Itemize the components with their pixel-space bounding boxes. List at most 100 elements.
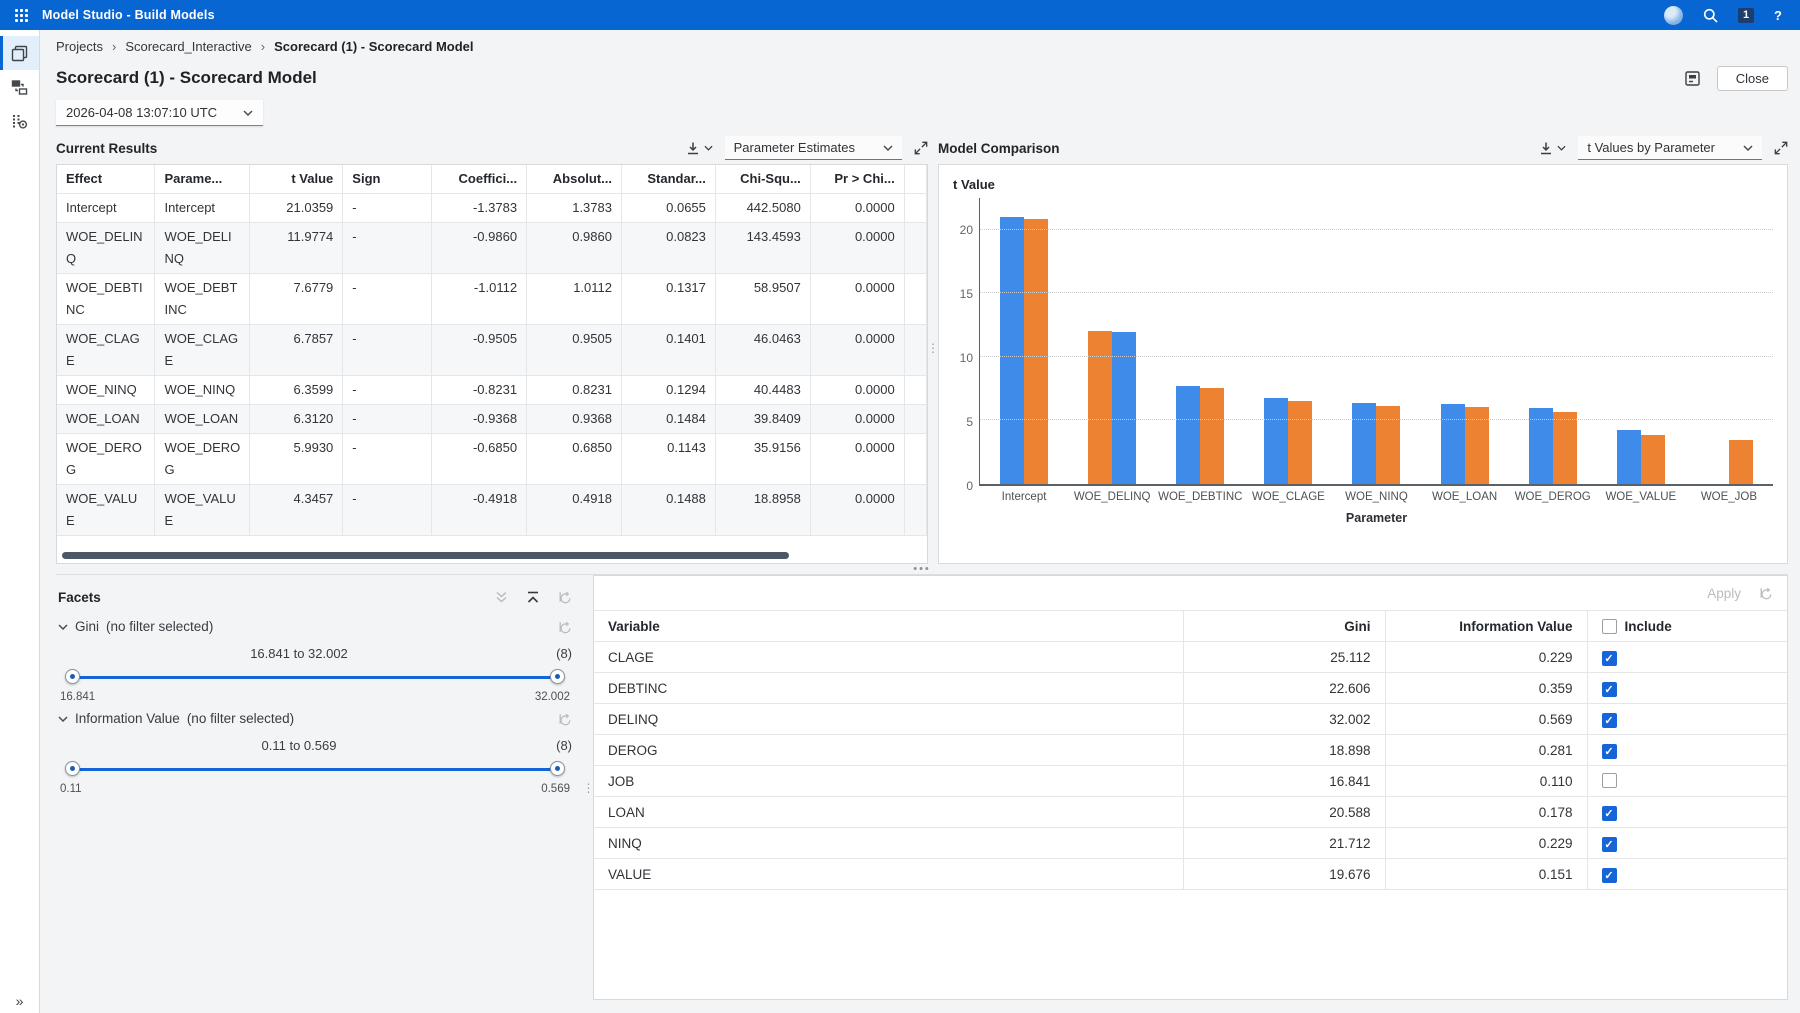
sidebar-item-pipeline[interactable] — [0, 70, 39, 104]
snapshot-dropdown[interactable]: 2026-04-08 13:07:10 UTC — [56, 100, 263, 126]
variable-row[interactable]: NINQ21.7120.229✓ — [594, 828, 1787, 859]
horizontal-scrollbar-thumb[interactable] — [62, 552, 789, 559]
facets-panel: Facets — [56, 575, 584, 1000]
variable-row[interactable]: JOB16.8410.110 — [594, 766, 1787, 797]
sidebar-item-data-properties[interactable] — [0, 104, 39, 138]
slider-track[interactable] — [68, 676, 562, 679]
facet-collapse-icon[interactable] — [58, 624, 68, 630]
results-table-row[interactable]: WOE_VALUEWOE_VALUE4.3457--0.49180.49180.… — [57, 485, 927, 536]
bar-blue-series[interactable] — [1176, 386, 1200, 484]
bar-orange-series[interactable] — [1376, 406, 1400, 484]
help-icon[interactable]: ? — [1774, 8, 1782, 23]
sidebar-item-results[interactable] — [0, 36, 39, 70]
facet-range-label: 0.11 to 0.569 — [58, 738, 540, 753]
report-icon[interactable] — [1684, 70, 1701, 87]
results-table-row[interactable]: WOE_DEBTINCWOE_DEBTINC7.6779--1.01121.01… — [57, 274, 927, 325]
reset-variables-icon[interactable] — [1759, 586, 1773, 600]
column-header-include: Include — [1625, 619, 1672, 634]
slider-max-handle[interactable] — [550, 761, 565, 776]
expand-sidebar-button[interactable]: » — [0, 993, 39, 1009]
lower-panel-splitter[interactable]: ⋮ — [584, 575, 593, 1000]
include-checkbox[interactable]: ✓ — [1602, 837, 1617, 852]
results-view-dropdown[interactable]: Parameter Estimates — [725, 136, 902, 160]
collapse-all-facets-icon[interactable] — [526, 591, 540, 604]
variable-row[interactable]: CLAGE25.1120.229✓ — [594, 642, 1787, 673]
slider-track[interactable] — [68, 768, 562, 771]
bar-orange-series[interactable] — [1641, 435, 1665, 484]
reset-facets-icon[interactable] — [558, 590, 572, 604]
maximize-results-icon[interactable] — [914, 141, 928, 155]
breadcrumb-separator-icon: › — [112, 39, 116, 54]
bar-orange-series[interactable] — [1200, 388, 1224, 484]
close-button[interactable]: Close — [1717, 66, 1788, 91]
variable-row[interactable]: DELINQ32.0020.569✓ — [594, 704, 1787, 735]
results-cell: 0.1401 — [621, 325, 715, 376]
include-checkbox[interactable]: ✓ — [1602, 744, 1617, 759]
bar-blue-series[interactable] — [1441, 404, 1465, 484]
results-column-header[interactable]: Effect — [57, 165, 155, 194]
results-table-row[interactable]: InterceptIntercept21.0359--1.37831.37830… — [57, 194, 927, 223]
variable-row[interactable]: VALUE19.6760.151✓ — [594, 859, 1787, 890]
results-column-header[interactable]: Coeffici... — [432, 165, 527, 194]
include-all-checkbox[interactable] — [1602, 619, 1617, 634]
facet-reset-icon[interactable] — [558, 620, 572, 634]
notifications-badge[interactable]: 1 — [1738, 8, 1754, 23]
slider-min-handle[interactable] — [65, 761, 80, 776]
results-table-row[interactable]: WOE_LOANWOE_LOAN6.3120--0.93680.93680.14… — [57, 405, 927, 434]
facet-collapse-icon[interactable] — [58, 716, 68, 722]
results-column-header[interactable]: t Value — [250, 165, 343, 194]
bar-orange-series[interactable] — [1729, 440, 1753, 484]
results-table-row[interactable]: WOE_DEROGWOE_DEROG5.9930--0.68500.68500.… — [57, 434, 927, 485]
clear-all-filters-icon[interactable] — [495, 591, 508, 603]
slider-min-handle[interactable] — [65, 669, 80, 684]
include-checkbox[interactable]: ✓ — [1602, 868, 1617, 883]
variables-header-row: Variable Gini Information Value Include — [594, 611, 1787, 642]
apply-button[interactable]: Apply — [1707, 586, 1741, 601]
variable-row[interactable]: LOAN20.5880.178✓ — [594, 797, 1787, 828]
bar-orange-series[interactable] — [1024, 219, 1048, 484]
bar-blue-series[interactable] — [1617, 430, 1641, 484]
include-checkbox[interactable]: ✓ — [1602, 651, 1617, 666]
include-checkbox[interactable]: ✓ — [1602, 682, 1617, 697]
results-column-header[interactable]: Sign — [343, 165, 432, 194]
column-header-information-value[interactable]: Information Value — [1385, 611, 1587, 642]
user-avatar[interactable] — [1664, 6, 1683, 25]
horizontal-panel-splitter[interactable]: ••• — [56, 564, 1788, 574]
bar-orange-series[interactable] — [1288, 401, 1312, 484]
results-table-row[interactable]: WOE_NINQWOE_NINQ6.3599--0.82310.82310.12… — [57, 376, 927, 405]
download-chart-button[interactable] — [1539, 141, 1566, 155]
slider-max-handle[interactable] — [550, 669, 565, 684]
results-column-header[interactable]: Chi-Squ... — [715, 165, 810, 194]
column-header-variable[interactable]: Variable — [594, 611, 1183, 642]
app-switcher-icon[interactable] — [0, 9, 42, 22]
bar-blue-series[interactable] — [1264, 398, 1288, 484]
include-checkbox[interactable]: ✓ — [1602, 713, 1617, 728]
variable-gini: 20.588 — [1183, 797, 1385, 828]
upper-panel-splitter[interactable]: ⋮ — [928, 132, 938, 564]
maximize-chart-icon[interactable] — [1774, 141, 1788, 155]
bar-blue-series[interactable] — [1112, 332, 1136, 484]
download-results-button[interactable] — [686, 141, 713, 155]
search-icon[interactable] — [1703, 8, 1718, 23]
include-checkbox[interactable]: ✓ — [1602, 806, 1617, 821]
results-column-header[interactable]: Absolut... — [527, 165, 622, 194]
chart-view-dropdown[interactable]: t Values by Parameter — [1578, 136, 1762, 160]
pipeline-icon — [11, 79, 28, 96]
breadcrumb-projects[interactable]: Projects — [56, 39, 103, 54]
results-column-header[interactable]: Standar... — [621, 165, 715, 194]
results-column-header[interactable]: Pr > Chi... — [810, 165, 904, 194]
results-table-row[interactable]: WOE_DELINQWOE_DELINQ11.9774--0.98600.986… — [57, 223, 927, 274]
facet-reset-icon[interactable] — [558, 712, 572, 726]
bar-orange-series[interactable] — [1553, 412, 1577, 484]
results-column-header[interactable]: Parame... — [155, 165, 250, 194]
bar-blue-series[interactable] — [1352, 403, 1376, 484]
bar-blue-series[interactable] — [1000, 217, 1024, 484]
variable-row[interactable]: DEROG18.8980.281✓ — [594, 735, 1787, 766]
breadcrumb-project[interactable]: Scorecard_Interactive — [125, 39, 251, 54]
results-cell: 0.9368 — [527, 405, 622, 434]
column-header-gini[interactable]: Gini — [1183, 611, 1385, 642]
bar-orange-series[interactable] — [1088, 331, 1112, 484]
include-checkbox[interactable] — [1602, 773, 1617, 788]
results-table-row[interactable]: WOE_CLAGEWOE_CLAGE6.7857--0.95050.95050.… — [57, 325, 927, 376]
variable-row[interactable]: DEBTINC22.6060.359✓ — [594, 673, 1787, 704]
